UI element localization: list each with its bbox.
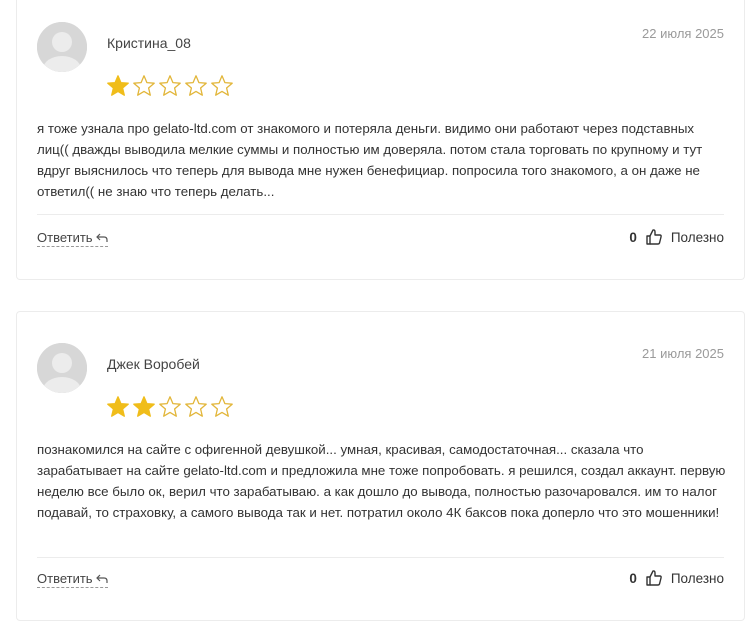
thumbs-up-icon xyxy=(646,229,662,245)
reply-button[interactable]: Ответить xyxy=(37,571,108,588)
avatar xyxy=(37,343,87,393)
star-rating xyxy=(106,74,234,97)
review-card: Кристина_08 22 июля 2025 я тоже узнала п… xyxy=(16,0,745,280)
star-empty-icon xyxy=(211,396,233,417)
reply-button[interactable]: Ответить xyxy=(37,230,108,247)
star-rating xyxy=(106,395,234,418)
star-empty-icon xyxy=(133,75,155,96)
reply-label: Ответить xyxy=(37,571,93,586)
avatar xyxy=(37,22,87,72)
review-text: познакомился на сайте с офигенной девушк… xyxy=(37,442,726,520)
star-empty-icon xyxy=(159,75,181,96)
star-empty-icon xyxy=(211,75,233,96)
helpful-widget: 0 Полезно xyxy=(629,569,724,587)
user-silhouette-icon xyxy=(37,343,87,393)
star-filled-icon xyxy=(133,396,155,417)
helpful-label: Полезно xyxy=(670,570,724,586)
star-filled-icon xyxy=(107,396,129,417)
review-author: Джек Воробей xyxy=(107,356,200,372)
reply-arrow-icon xyxy=(95,233,108,242)
helpful-label: Полезно xyxy=(670,229,724,245)
star-empty-icon xyxy=(185,75,207,96)
review-date: 22 июля 2025 xyxy=(642,26,724,41)
review-date: 21 июля 2025 xyxy=(642,346,724,361)
reply-label: Ответить xyxy=(37,230,93,245)
user-silhouette-icon xyxy=(37,22,87,72)
divider xyxy=(37,557,724,558)
thumbs-up-icon xyxy=(646,570,662,586)
reply-arrow-icon xyxy=(95,574,108,583)
like-button[interactable] xyxy=(645,228,663,246)
review-card: Джек Воробей 21 июля 2025 познакомился н… xyxy=(16,311,745,621)
review-text: я тоже узнала про gelato-ltd.com от знак… xyxy=(37,121,703,199)
star-filled-icon xyxy=(107,75,129,96)
star-empty-icon xyxy=(185,396,207,417)
helpful-count: 0 xyxy=(629,570,637,586)
reviews-page: Кристина_08 22 июля 2025 я тоже узнала п… xyxy=(0,0,750,624)
review-author: Кристина_08 xyxy=(107,35,191,51)
helpful-widget: 0 Полезно xyxy=(629,228,724,246)
like-button[interactable] xyxy=(645,569,663,587)
divider xyxy=(37,214,724,215)
star-empty-icon xyxy=(159,396,181,417)
helpful-count: 0 xyxy=(629,229,637,245)
